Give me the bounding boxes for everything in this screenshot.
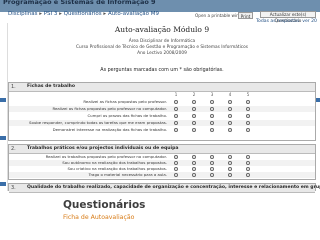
section-title: Fichas de trabalho: [27, 84, 76, 89]
question-row: Demonstrei interesse na realização das f…: [9, 127, 315, 133]
survey-subtitle-line: Ano Lectivo 2008/2009: [137, 51, 187, 56]
slide-subtitle: Ficha de Autoavaliação: [63, 214, 135, 221]
survey-subtitle-line: Curso Profissional de Técnico de Gestão …: [75, 45, 249, 50]
section-number: 2.: [11, 146, 16, 152]
rating-radio[interactable]: [228, 107, 232, 111]
slide-title: Questionários: [63, 199, 146, 211]
section-header: 2. Trabalhos práticos e/ou projectos ind…: [9, 145, 315, 154]
rating-radio[interactable]: [174, 107, 178, 111]
question-text: Demonstrei interesse na realização das f…: [52, 127, 167, 132]
scale-label: 2: [192, 92, 196, 97]
section-fichas: 1. Fichas de trabalho 1 2 3 4 5 Realizei…: [8, 82, 316, 141]
rating-radio[interactable]: [210, 155, 214, 159]
question-text: Realizei as fichas propostas pelo profes…: [83, 99, 167, 104]
question-text: Cumpri os prazos das fichas de trabalho.: [87, 113, 167, 118]
rating-radio[interactable]: [228, 161, 232, 165]
breadcrumb-item-questionarios[interactable]: Questionários: [64, 11, 102, 17]
rating-radio[interactable]: [246, 100, 250, 104]
rating-radio[interactable]: [192, 121, 196, 125]
rating-radio[interactable]: [210, 161, 214, 165]
update-survey-button[interactable]: Actualizar este(s) Questionário: [260, 11, 316, 23]
survey-title: Auto-avaliação Módulo 9: [114, 25, 210, 34]
rating-radio[interactable]: [174, 128, 178, 132]
section-header: 1. Fichas de trabalho: [9, 83, 315, 92]
rating-radio[interactable]: [174, 121, 178, 125]
question-text: Trago o material necessário para a aula.: [88, 172, 167, 177]
left-block-strip: [0, 98, 6, 190]
rating-radio[interactable]: [246, 167, 250, 171]
scale-label: 3: [210, 92, 214, 97]
rating-radio[interactable]: [246, 155, 250, 159]
breadcrumb: Disciplinas ▸ PSI 3 ▸ Questionários ▸ Au…: [8, 11, 159, 17]
rating-radio[interactable]: [210, 121, 214, 125]
section-qualidade: 3. Qualidade do trabalho realizado, capa…: [8, 183, 320, 193]
rating-radio[interactable]: [192, 167, 196, 171]
rating-radio[interactable]: [174, 114, 178, 118]
question-row: Cumpri os prazos das fichas de trabalho.: [9, 113, 315, 119]
rating-radio[interactable]: [192, 173, 196, 177]
rating-radio[interactable]: [246, 161, 250, 165]
section-number: 1.: [11, 84, 16, 90]
question-row: Realizei as fichas propostas pelo profes…: [9, 99, 315, 105]
rating-radio[interactable]: [228, 173, 232, 177]
section-title: Qualidade do trabalho realizado, capacid…: [27, 185, 320, 190]
breadcrumb-separator: ▸: [39, 11, 42, 17]
rating-radio[interactable]: [210, 128, 214, 132]
rating-radio[interactable]: [228, 114, 232, 118]
required-note: As perguntas marcadas com um * são obrig…: [100, 68, 224, 73]
question-row: Trago o material necessário para a aula.: [9, 172, 315, 178]
question-row: Realizei as fichas propostas pelo profes…: [9, 106, 315, 112]
rating-radio[interactable]: [210, 173, 214, 177]
rating-radio[interactable]: [246, 121, 250, 125]
section-trabalhos: 2. Trabalhos práticos e/ou projectos ind…: [8, 144, 316, 180]
rating-radio[interactable]: [228, 167, 232, 171]
survey-actions: Open a printable window Print Actualizar…: [195, 10, 320, 24]
block-marker: [0, 182, 6, 186]
rating-radio[interactable]: [210, 167, 214, 171]
rating-radio[interactable]: [192, 114, 196, 118]
question-text: Soube responder, cumprindo todas as tare…: [28, 120, 167, 125]
rating-radio[interactable]: [192, 128, 196, 132]
scale-label: 4: [228, 92, 232, 97]
question-text: Realizei as fichas propostas pelo profes…: [52, 106, 167, 111]
print-button[interactable]: Print: [238, 12, 253, 19]
rating-radio[interactable]: [228, 155, 232, 159]
survey-content: Auto-avaliação Módulo 9 Área Disciplinar…: [7, 23, 320, 193]
rating-radio[interactable]: [228, 121, 232, 125]
rating-radio[interactable]: [174, 161, 178, 165]
breadcrumb-separator: ▸: [59, 11, 62, 17]
breadcrumb-separator: ▸: [103, 11, 107, 17]
block-marker: [0, 136, 6, 140]
breadcrumb-item-disciplinas[interactable]: Disciplinas: [8, 11, 37, 17]
survey-subtitle-line: Área Disciplinar de Informática: [128, 39, 196, 44]
rating-radio[interactable]: [228, 128, 232, 132]
scale-label: 5: [246, 92, 250, 97]
rating-radio[interactable]: [174, 155, 178, 159]
rating-radio[interactable]: [192, 161, 196, 165]
rating-radio[interactable]: [192, 107, 196, 111]
scale-label: 1: [174, 92, 178, 97]
rating-radio[interactable]: [192, 155, 196, 159]
rating-radio[interactable]: [174, 100, 178, 104]
rating-radio[interactable]: [246, 107, 250, 111]
rating-radio[interactable]: [246, 114, 250, 118]
rating-radio[interactable]: [210, 100, 214, 104]
rating-radio[interactable]: [246, 173, 250, 177]
question-row: Soube responder, cumprindo todas as tare…: [9, 120, 315, 126]
rating-radio[interactable]: [210, 107, 214, 111]
section-header: 3. Qualidade do trabalho realizado, capa…: [9, 184, 320, 193]
rating-radio[interactable]: [210, 114, 214, 118]
rating-radio[interactable]: [174, 173, 178, 177]
breadcrumb-item-current: Auto-avaliação M9: [107, 11, 159, 17]
section-number: 3.: [11, 185, 16, 191]
rating-radio[interactable]: [246, 128, 250, 132]
rating-radio[interactable]: [192, 100, 196, 104]
rating-radio[interactable]: [228, 100, 232, 104]
section-title: Trabalhos práticos e/ou projectos indivi…: [27, 146, 179, 151]
rating-radio[interactable]: [174, 167, 178, 171]
window-title: Programação e Sistemas de Informação 9: [3, 0, 156, 6]
breadcrumb-item-course[interactable]: PSI 3: [44, 11, 58, 17]
block-marker: [0, 98, 6, 102]
